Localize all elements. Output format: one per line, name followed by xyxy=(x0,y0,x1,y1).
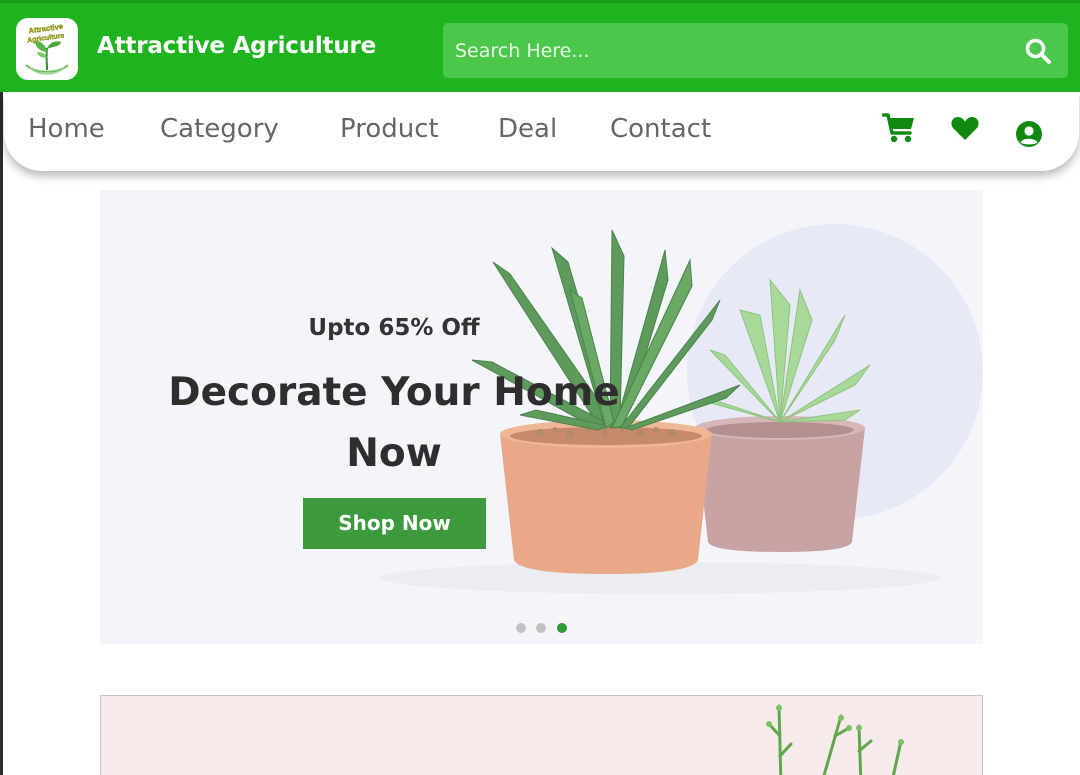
top-header: Attractive Agriculture Attractive Agricu… xyxy=(0,0,1080,92)
nav-category[interactable]: Category xyxy=(160,114,279,144)
search-icon xyxy=(1025,38,1051,64)
hero-headline: Decorate Your Home Now xyxy=(168,370,620,476)
hero-slider: Upto 65% Off Decorate Your Home Now Shop… xyxy=(100,190,983,644)
nav-home[interactable]: Home xyxy=(28,114,105,144)
nav-contact[interactable]: Contact xyxy=(610,114,711,144)
secondary-banner xyxy=(100,695,983,775)
account-button[interactable] xyxy=(1015,120,1043,152)
wishlist-button[interactable] xyxy=(950,114,980,146)
user-account-icon xyxy=(1016,121,1042,147)
logo-image: Attractive Agriculture xyxy=(25,22,69,75)
brand-logo[interactable]: Attractive Agriculture xyxy=(16,18,78,80)
main-navigation: Home Category Product Deal Contact xyxy=(4,92,1079,171)
search-input[interactable] xyxy=(443,23,1003,78)
cart-icon xyxy=(881,113,914,143)
nav-deal[interactable]: Deal xyxy=(498,114,557,144)
shop-now-button[interactable]: Shop Now xyxy=(303,498,486,549)
brand-name[interactable]: Attractive Agriculture xyxy=(97,33,376,59)
heart-icon xyxy=(951,117,979,140)
search-bar xyxy=(443,23,1068,78)
plant-banner-image xyxy=(766,704,904,775)
hero-discount-label: Upto 65% Off xyxy=(308,315,480,341)
slide-dot-3[interactable] xyxy=(557,623,567,633)
search-button[interactable] xyxy=(1024,37,1052,65)
nav-product[interactable]: Product xyxy=(340,114,439,144)
cart-button[interactable] xyxy=(881,112,916,148)
slide-dot-2[interactable] xyxy=(536,623,546,633)
window-edge xyxy=(0,92,3,775)
slide-dot-1[interactable] xyxy=(516,623,526,633)
